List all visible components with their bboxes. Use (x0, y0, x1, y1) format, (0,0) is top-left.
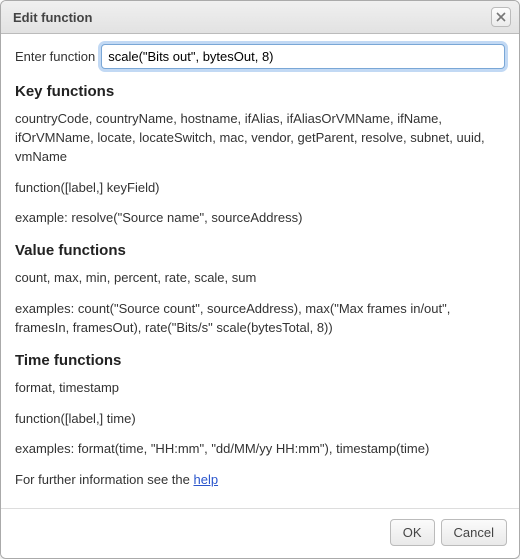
key-functions-example: example: resolve("Source name", sourceAd… (15, 209, 505, 228)
time-functions-heading: Time functions (15, 352, 505, 369)
further-info-prefix: For further information see the (15, 472, 193, 487)
help-link[interactable]: help (193, 472, 218, 487)
function-label: Enter function (15, 49, 95, 64)
dialog-title: Edit function (13, 10, 92, 25)
value-functions-list: count, max, min, percent, rate, scale, s… (15, 269, 505, 288)
time-functions-examples: examples: format(time, "HH:mm", "dd/MM/y… (15, 440, 505, 459)
key-functions-signature: function([label,] keyField) (15, 179, 505, 198)
dialog-footer: OK Cancel (1, 508, 519, 558)
close-icon (496, 12, 506, 22)
edit-function-dialog: Edit function Enter function Key functio… (0, 0, 520, 559)
time-functions-list: format, timestamp (15, 379, 505, 398)
ok-button[interactable]: OK (390, 519, 435, 546)
function-input[interactable] (101, 44, 505, 69)
further-info: For further information see the help (15, 471, 505, 490)
value-functions-heading: Value functions (15, 242, 505, 259)
function-input-row: Enter function (15, 44, 505, 69)
key-functions-heading: Key functions (15, 83, 505, 100)
close-button[interactable] (491, 7, 511, 27)
value-functions-examples: examples: count("Source count", sourceAd… (15, 300, 505, 338)
cancel-button[interactable]: Cancel (441, 519, 507, 546)
dialog-content: Enter function Key functions countryCode… (1, 34, 519, 508)
time-functions-signature: function([label,] time) (15, 410, 505, 429)
key-functions-list: countryCode, countryName, hostname, ifAl… (15, 110, 505, 167)
dialog-titlebar: Edit function (1, 1, 519, 34)
